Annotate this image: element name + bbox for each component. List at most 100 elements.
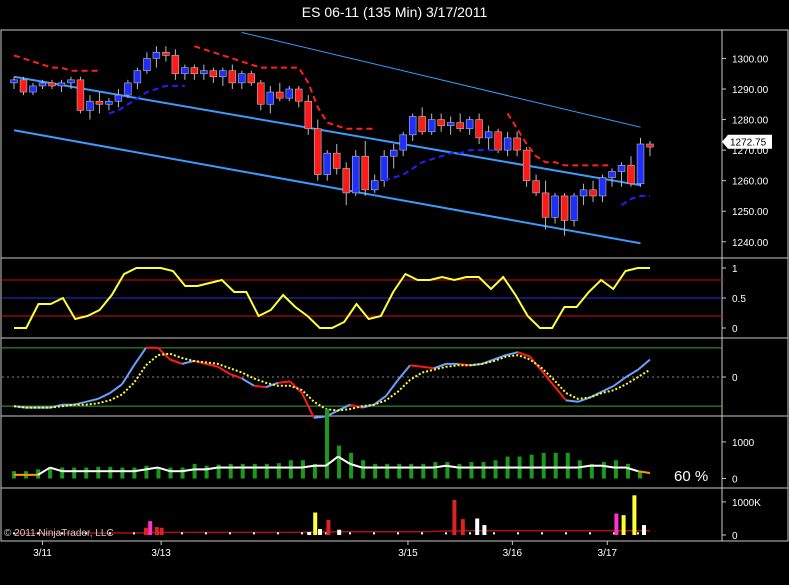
candle-body bbox=[67, 79, 75, 84]
candle-body bbox=[295, 88, 303, 102]
volume-tick-dot bbox=[565, 532, 567, 535]
y-tick-label: 1000 bbox=[732, 438, 755, 449]
candle-body bbox=[247, 73, 256, 84]
candle-body bbox=[418, 116, 426, 133]
fast-line-segment bbox=[613, 376, 627, 387]
volume-bar bbox=[457, 463, 462, 479]
fast-line-segment bbox=[553, 385, 567, 401]
volume-spike bbox=[326, 519, 331, 536]
x-tick-label: 3/17 bbox=[598, 548, 618, 559]
candle-body bbox=[446, 122, 455, 126]
volume-tick-dot bbox=[133, 532, 135, 535]
candle-body bbox=[95, 100, 104, 105]
volume-bar bbox=[192, 463, 197, 479]
fast-line-segment bbox=[433, 362, 447, 370]
fast-line-segment bbox=[313, 415, 327, 419]
candle-body bbox=[105, 100, 113, 105]
volume-bar bbox=[240, 463, 245, 479]
candle-body bbox=[475, 119, 483, 139]
panel-border bbox=[0, 29, 789, 259]
candle-body bbox=[608, 171, 616, 178]
candle-body bbox=[181, 67, 189, 75]
volume-spike bbox=[642, 525, 646, 536]
fast-line-segment bbox=[97, 392, 111, 400]
volume-bar bbox=[228, 463, 233, 479]
candle-body bbox=[86, 100, 94, 111]
volume-bar bbox=[481, 462, 486, 479]
volume-bar bbox=[264, 463, 269, 479]
volume-tick-dot bbox=[205, 532, 207, 535]
volume-bar bbox=[168, 467, 173, 479]
candle-body bbox=[636, 143, 645, 185]
candle-body bbox=[598, 177, 607, 197]
y-tick-label: 0 bbox=[732, 324, 738, 335]
volume-spike bbox=[460, 519, 465, 536]
panel-border bbox=[0, 415, 789, 489]
candle-body bbox=[152, 52, 161, 59]
volume-bar bbox=[84, 467, 89, 479]
volume-profile-panel: 1000K 0 bbox=[13, 495, 761, 542]
candle-body bbox=[646, 143, 654, 148]
volume-spike bbox=[307, 532, 312, 536]
y-tick-label: 0.5 bbox=[732, 294, 746, 305]
candle-body bbox=[285, 88, 294, 99]
volume-bar bbox=[96, 466, 101, 479]
candle-body bbox=[570, 195, 578, 221]
volume-tick-dot bbox=[253, 532, 255, 535]
volume-spike bbox=[159, 527, 164, 536]
fast-line-segment bbox=[457, 362, 471, 367]
volume-bar bbox=[385, 463, 390, 479]
candle-body bbox=[465, 119, 474, 130]
volume-bar bbox=[72, 467, 77, 479]
candle-body bbox=[200, 70, 208, 75]
panel-frames bbox=[0, 29, 789, 542]
copyright-text: © 2011 NinjaTrader, LLC bbox=[4, 528, 114, 539]
volume-bar bbox=[625, 463, 630, 479]
candle-body bbox=[380, 155, 388, 181]
y-tick-label: 1280.00 bbox=[732, 116, 769, 127]
fast-line-segment bbox=[337, 403, 351, 412]
candle-body bbox=[342, 168, 350, 194]
candle-body bbox=[551, 195, 559, 218]
fast-line-segment bbox=[229, 373, 243, 380]
candle-body bbox=[399, 134, 407, 151]
volume-bar bbox=[325, 409, 329, 479]
candle-body bbox=[133, 70, 142, 84]
volume-bar bbox=[577, 460, 582, 479]
fast-line-segment bbox=[241, 377, 255, 387]
candle-body bbox=[190, 67, 199, 75]
panel-border bbox=[0, 337, 789, 417]
volume-bar bbox=[144, 465, 149, 479]
candle-body bbox=[266, 91, 275, 105]
candle-body bbox=[228, 70, 237, 84]
candle-body bbox=[589, 189, 597, 197]
candle-body bbox=[333, 152, 341, 169]
candle-body bbox=[427, 119, 436, 133]
candle-body bbox=[304, 100, 312, 130]
candle-body bbox=[114, 94, 123, 102]
fast-line-segment bbox=[481, 358, 495, 365]
volume-bar bbox=[132, 467, 137, 479]
fast-line-segment bbox=[193, 359, 207, 365]
chart-canvas: 1300.001290.001280.001270.001260.001250.… bbox=[0, 29, 789, 559]
candle-body bbox=[456, 122, 464, 130]
fast-line-segment bbox=[409, 364, 423, 368]
volume-bar bbox=[613, 460, 618, 479]
volume-spike bbox=[154, 527, 159, 536]
candle-body bbox=[171, 55, 180, 75]
fast-line-segment bbox=[577, 396, 591, 403]
fast-line-segment bbox=[253, 384, 267, 389]
candle-body bbox=[19, 79, 28, 93]
candle-body bbox=[314, 128, 322, 175]
candle-body bbox=[257, 82, 265, 105]
volume-spike bbox=[452, 499, 457, 536]
candle-body bbox=[532, 180, 540, 194]
fast-line-segment bbox=[469, 362, 483, 367]
volume-bar bbox=[108, 466, 113, 479]
volume-bar bbox=[469, 462, 474, 479]
candle-body bbox=[38, 82, 47, 87]
candle-body bbox=[522, 149, 531, 181]
candle-body bbox=[323, 152, 331, 175]
candle-body bbox=[29, 85, 37, 93]
x-tick-label: 3/15 bbox=[398, 548, 418, 559]
